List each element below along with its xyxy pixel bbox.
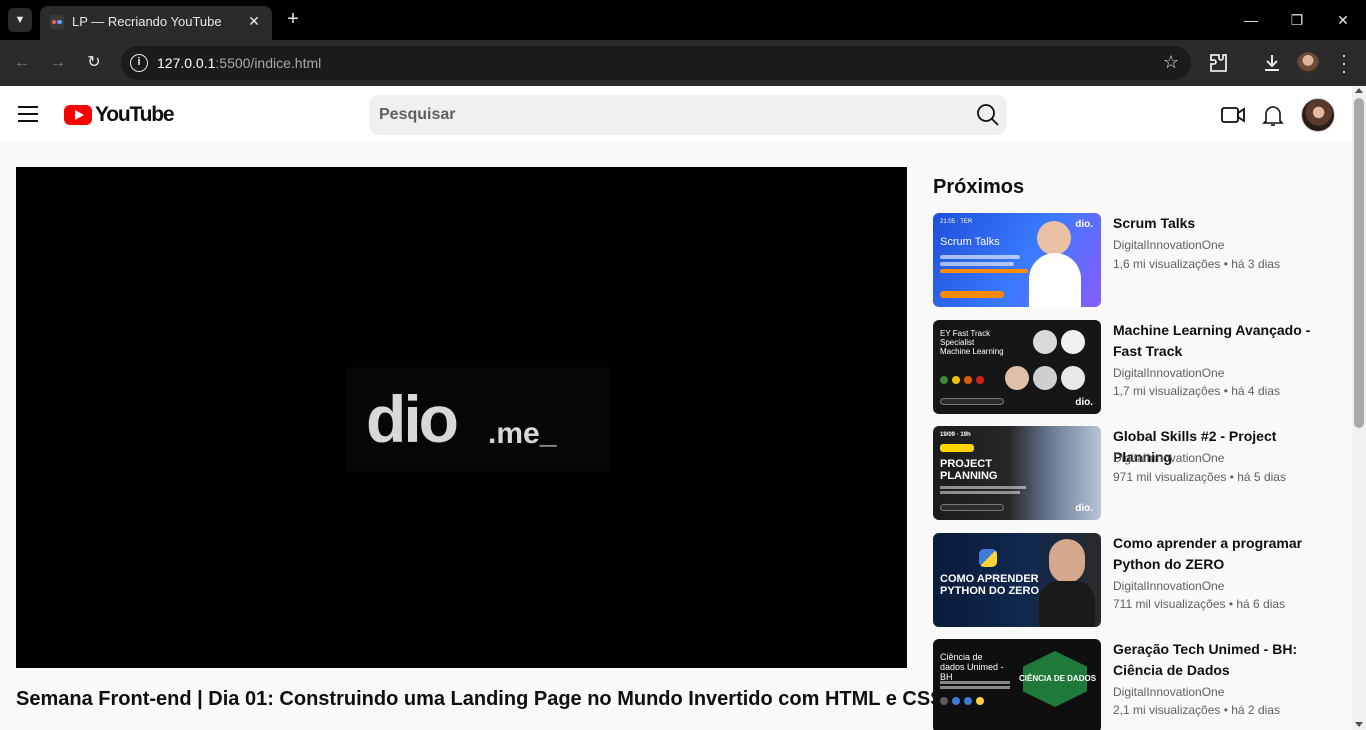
- url-text[interactable]: 127.0.0.1:5500/indice.html: [157, 55, 321, 71]
- scrollbar-thumb[interactable]: [1354, 98, 1364, 428]
- bookmark-star-icon[interactable]: ☆: [1163, 52, 1179, 73]
- item-meta: 971 mil visualizações • há 5 dias: [1113, 470, 1286, 484]
- item-channel[interactable]: DigitalInnovationOne: [1113, 238, 1224, 252]
- video-thumbnail[interactable]: EY Fast Track Specialist Machine Learnin…: [933, 320, 1101, 414]
- up-next-item[interactable]: 21:05 · TER Scrum Talks dio. Scrum Talks…: [933, 213, 1333, 309]
- create-video-icon[interactable]: [1220, 102, 1246, 128]
- tab-search-button[interactable]: ▼: [8, 8, 32, 32]
- video-thumbnail[interactable]: 21:05 · TER Scrum Talks dio.: [933, 213, 1101, 307]
- video-title: Semana Front-end | Dia 01: Construindo u…: [16, 688, 944, 710]
- page-scrollbar[interactable]: [1352, 86, 1366, 730]
- tab-favicon-icon: [50, 15, 64, 29]
- youtube-header: YouTube: [0, 86, 1352, 142]
- item-meta: 1,6 mi visualizações • há 3 dias: [1113, 257, 1280, 271]
- item-title[interactable]: Geração Tech Unimed - BH: Ciência de Dad…: [1113, 639, 1335, 681]
- item-channel[interactable]: DigitalInnovationOne: [1113, 685, 1224, 699]
- user-avatar[interactable]: [1301, 98, 1335, 132]
- restore-button[interactable]: ❐: [1274, 0, 1320, 40]
- browser-toolbar: ← → ↻ i 127.0.0.1:5500/indice.html ☆: [0, 40, 1366, 86]
- up-next-item[interactable]: COMO APRENDER PYTHON DO ZERO Como aprend…: [933, 533, 1333, 629]
- scroll-down-arrow-icon[interactable]: [1355, 722, 1363, 727]
- notifications-bell-icon[interactable]: [1260, 102, 1286, 128]
- browser-tab-bar: ▼ LP — Recriando YouTube ✕ + — ❐ ✕: [0, 0, 1366, 40]
- item-title[interactable]: Machine Learning Avançado - Fast Track: [1113, 320, 1335, 362]
- up-next-item[interactable]: Ciência de dados Unimed - BH CIÊNCIA DE …: [933, 639, 1333, 730]
- address-bar[interactable]: i 127.0.0.1:5500/indice.html ☆: [121, 46, 1191, 80]
- download-icon[interactable]: [1260, 51, 1284, 75]
- dio-logo: dio .me_: [346, 367, 610, 471]
- video-thumbnail[interactable]: Ciência de dados Unimed - BH CIÊNCIA DE …: [933, 639, 1101, 730]
- menu-icon[interactable]: [18, 106, 38, 122]
- video-player[interactable]: dio .me_: [16, 167, 907, 668]
- browser-menu-icon[interactable]: · · ·: [1340, 46, 1348, 80]
- close-window-button[interactable]: ✕: [1320, 0, 1366, 40]
- minimize-button[interactable]: —: [1228, 0, 1274, 40]
- search-icon[interactable]: [975, 102, 1001, 128]
- item-channel[interactable]: DigitalInnovationOne: [1113, 366, 1224, 380]
- video-thumbnail[interactable]: COMO APRENDER PYTHON DO ZERO: [933, 533, 1101, 627]
- item-title[interactable]: Scrum Talks: [1113, 213, 1335, 234]
- tab-close-icon[interactable]: ✕: [244, 11, 264, 31]
- forward-button[interactable]: →: [46, 51, 70, 75]
- back-button[interactable]: ←: [10, 51, 34, 75]
- up-next-item[interactable]: EY Fast Track Specialist Machine Learnin…: [933, 320, 1333, 416]
- up-next-item[interactable]: 19/09 · 19h PROJECT PLANNING dio. Global…: [933, 426, 1333, 522]
- tab-title: LP — Recriando YouTube: [72, 14, 222, 29]
- scroll-up-arrow-icon[interactable]: [1355, 88, 1363, 93]
- video-thumbnail[interactable]: 19/09 · 19h PROJECT PLANNING dio.: [933, 426, 1101, 520]
- up-next-heading: Próximos: [933, 176, 1025, 198]
- extensions-icon[interactable]: [1206, 51, 1230, 75]
- search-input[interactable]: [379, 95, 959, 135]
- page: YouTube dio .me_ Semana Front-end | Dia …: [0, 86, 1352, 730]
- browser-tab[interactable]: LP — Recriando YouTube ✕: [40, 6, 272, 40]
- item-meta: 2,1 mi visualizações • há 2 dias: [1113, 703, 1280, 717]
- search-bar: [369, 95, 1007, 135]
- reload-button[interactable]: ↻: [82, 51, 106, 75]
- site-info-icon[interactable]: i: [130, 54, 148, 72]
- browser-profile-avatar[interactable]: [1297, 52, 1319, 74]
- item-meta: 1,7 mi visualizações • há 4 dias: [1113, 384, 1280, 398]
- new-tab-button[interactable]: +: [282, 8, 304, 30]
- item-channel[interactable]: DigitalInnovationOne: [1113, 579, 1224, 593]
- item-channel[interactable]: DigitalInnovationOne: [1113, 451, 1224, 465]
- youtube-play-icon: [64, 105, 92, 125]
- item-meta: 711 mil visualizações • há 6 dias: [1113, 597, 1286, 611]
- item-title[interactable]: Como aprender a programar Python do ZERO: [1113, 533, 1335, 575]
